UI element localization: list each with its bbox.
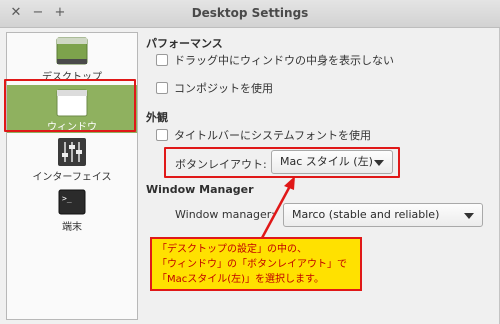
callout-line: 「Macスタイル(左)」を選択します。 (157, 274, 325, 285)
callout-line: 「ウィンドウ」の「ボタンレイアウト」で (157, 259, 347, 270)
annotation-callout: 「デスクトップの設定」の中の、 「ウィンドウ」の「ボタンレイアウト」で 「Mac… (150, 237, 362, 291)
callout-line: 「デスクトップの設定」の中の、 (157, 244, 307, 255)
